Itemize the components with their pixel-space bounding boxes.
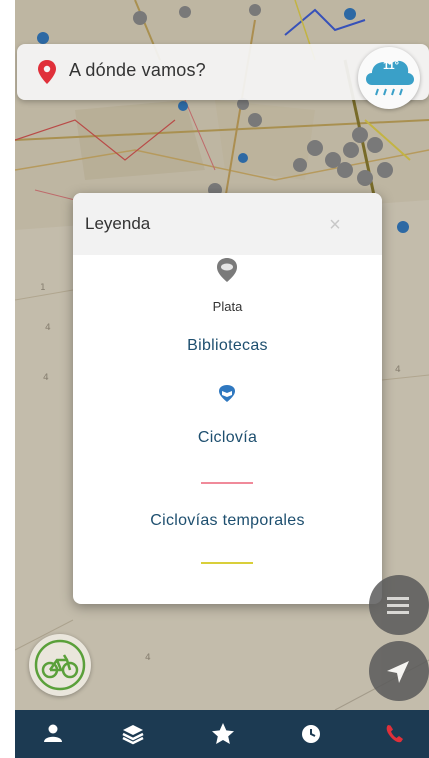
legend-item-label: Ciclovía [197,429,258,446]
layers-icon[interactable] [119,720,147,748]
weather-temperature: 11° [383,60,400,72]
user-icon[interactable] [39,720,67,748]
ciclovias-temporales-line-swatch [201,562,253,564]
search-input[interactable]: A dónde vamos? [69,60,206,81]
navigation-arrow-icon [387,661,409,683]
ciclovia-line-swatch [201,482,253,484]
location-pin-icon [38,60,56,84]
plata-marker-icon [217,258,237,282]
clock-icon[interactable] [297,720,325,748]
legend-item-ciclovia: Ciclovía [73,429,382,447]
legend-dialog: Leyenda × Plata Bibliotecas Ciclovía Cic… [73,193,382,604]
app-screen: 144 44 A dónde vamos? 11° Leyenda × Plat… [15,0,429,758]
legend-item-label: Plata [212,299,243,314]
legend-item-label: Ciclovías temporales [150,512,305,529]
library-marker-icon [219,385,235,402]
list-icon [387,597,409,614]
list-button[interactable] [369,575,429,635]
legend-item-label: Bibliotecas [187,337,268,354]
bicycle-icon [34,639,86,691]
legend-title: Leyenda [85,214,151,233]
legend-item-plata: Plata [73,298,382,316]
star-icon[interactable] [209,720,237,748]
legend-item-ciclovias-temporales: Ciclovías temporales [73,512,382,530]
phone-icon[interactable] [381,720,409,748]
bicycle-filter-button[interactable] [29,634,91,696]
weather-cloud-icon [366,60,414,96]
close-icon[interactable]: × [321,211,349,239]
bottom-navigation [15,710,429,758]
legend-header: Leyenda × [73,193,382,255]
legend-item-bibliotecas: Bibliotecas [73,337,382,355]
weather-button[interactable]: 11° [358,47,420,109]
locate-me-button[interactable] [369,641,429,701]
